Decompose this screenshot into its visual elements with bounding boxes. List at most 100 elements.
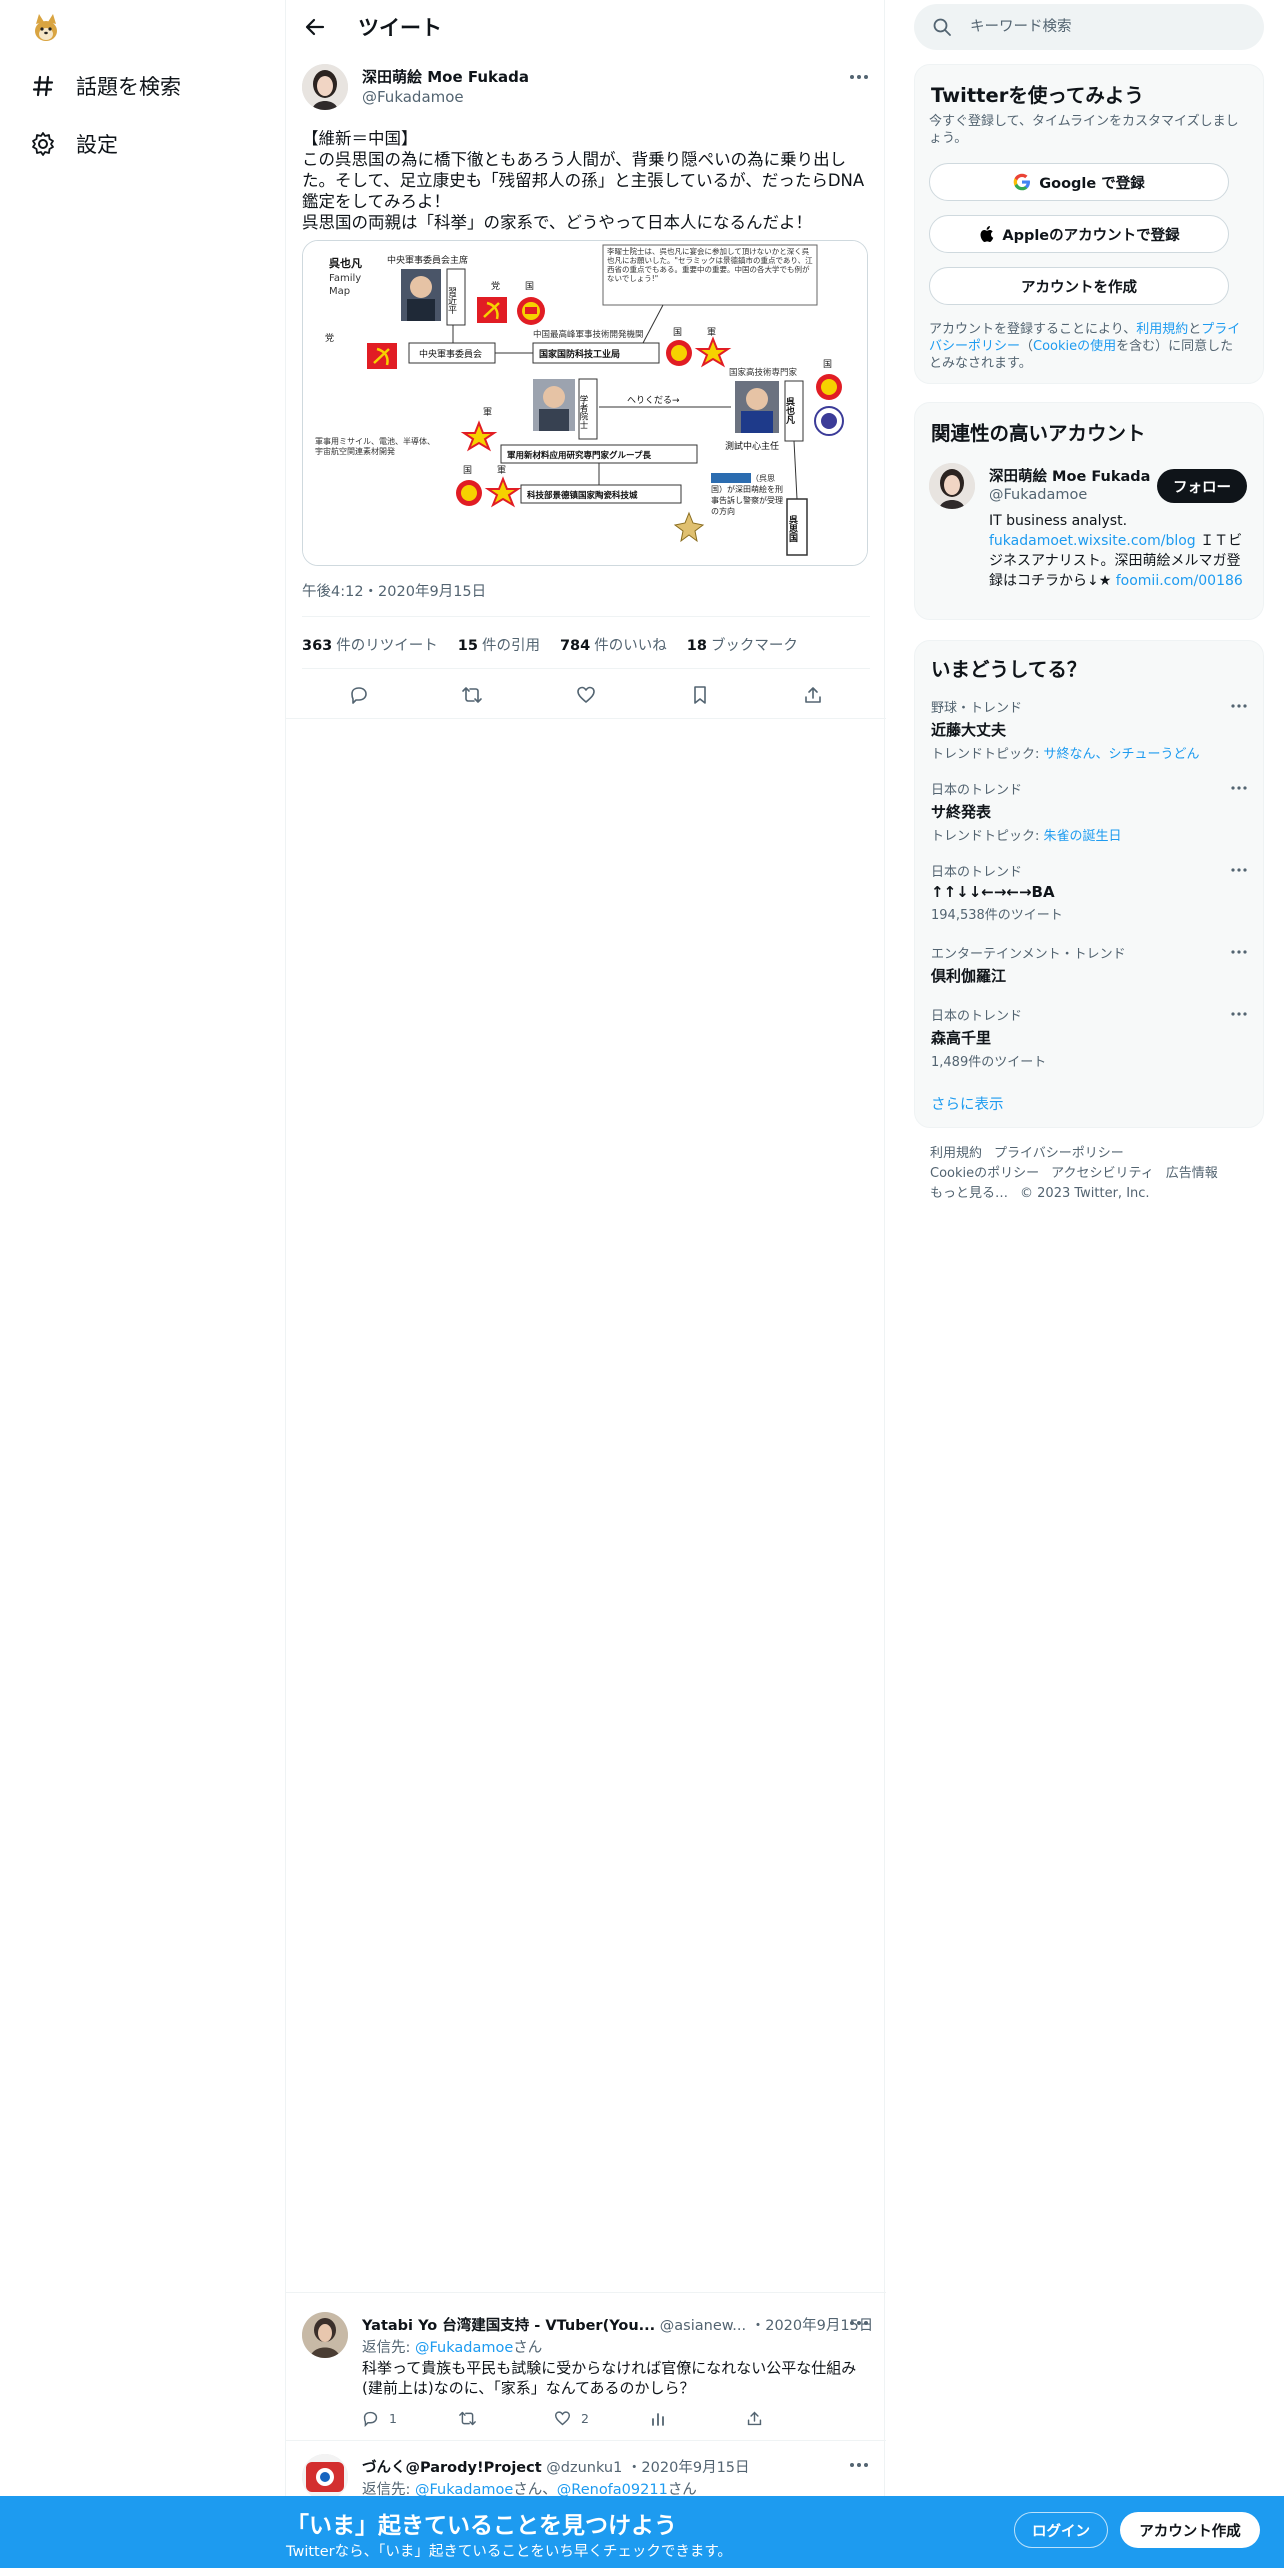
reply-more-button[interactable] <box>846 2312 872 2334</box>
reply-views-button[interactable] <box>650 2410 746 2427</box>
more-horizontal-icon <box>1231 786 1247 790</box>
reply-button[interactable] <box>344 680 374 710</box>
university-seal-icon <box>814 406 844 436</box>
google-signup-button[interactable]: Google で登録 <box>929 163 1229 201</box>
footer-terms-link[interactable]: 利用規約 <box>930 1146 982 1161</box>
reply-author-name[interactable]: づんく@Parody!Project <box>362 2460 542 2476</box>
tweet-more-button[interactable] <box>846 66 872 88</box>
related-account-name[interactable]: 深田萌絵 Moe Fukada <box>989 465 1150 486</box>
reply-retweet-button[interactable] <box>458 2410 554 2427</box>
reply-author-name[interactable]: Yatabi Yo 台湾建国支持 - VTuber(You... <box>362 2318 655 2334</box>
trend-more-button[interactable] <box>1227 943 1251 961</box>
state-emblem-icon-3 <box>816 374 842 400</box>
map-label-top-inst: 中国最高峰軍事技術開発機関 <box>533 329 644 340</box>
footer-accessibility-link[interactable]: アクセシビリティ <box>1051 1166 1154 1181</box>
bookmarks-stat[interactable]: 18 ブックマーク <box>687 634 798 655</box>
trend-item[interactable]: 日本のトレンド ↑↑↓↓←→←→BA 194,538件のツイート <box>931 861 1251 923</box>
map-label-state-3: 国 <box>823 359 832 370</box>
bio-link-blog[interactable]: fukadamoet.wixsite.com/blog <box>989 533 1196 549</box>
retweet-icon <box>459 2411 476 2426</box>
terms-link[interactable]: 利用規約 <box>1136 322 1188 337</box>
map-note-text: （呉思国）が深田萌絵を刑事告訴し警察が受理の方向 <box>711 474 783 516</box>
map-label-army-1: 軍 <box>707 327 716 338</box>
back-button[interactable] <box>298 10 332 44</box>
trends-show-more-link[interactable]: さらに表示 <box>931 1093 1004 1114</box>
login-button[interactable]: ログイン <box>1014 2512 1108 2548</box>
map-label-national-expert: 国家高技術専門家 <box>729 367 798 378</box>
map-label-defense-bureau: 国家国防科技工业局 <box>539 348 620 360</box>
site-logo-icon[interactable] <box>30 12 62 44</box>
footer-ads-link[interactable]: 広告情報 <box>1166 1166 1218 1181</box>
share-button[interactable] <box>798 680 828 710</box>
tweet-stats: 363 件のリツイート 15 件の引用 784 件のいいね 18 ブックマーク <box>302 634 818 655</box>
signup-card-subtitle: 今すぐ登録して、タイムラインをカスタマイズしましょう。 <box>929 114 1239 146</box>
hashtag-icon <box>28 71 58 101</box>
divider <box>286 718 886 719</box>
bio-link-foomii[interactable]: foomii.com/00186 <box>1116 573 1243 589</box>
like-button[interactable] <box>571 680 601 710</box>
reply-author-handle[interactable]: @asianew... <box>660 2318 746 2334</box>
tweet-author-avatar[interactable] <box>302 64 348 110</box>
likes-stat[interactable]: 784 件のいいね <box>560 634 667 655</box>
tweet-image-family-map[interactable]: 呉也凡 Family Map 中央軍事委員会主席 習近平 党 国 党 中央軍事委… <box>302 240 868 566</box>
reply-author-handle[interactable]: @dzunku1 <box>546 2460 622 2476</box>
trend-more-button[interactable] <box>1227 1005 1251 1023</box>
reply-to-link[interactable]: @Fukadamoe <box>415 2340 513 2356</box>
signup-bottom-bar: 「いま」起きていることを見つけよう Twitterなら、「いま」起きていることを… <box>0 2496 1284 2568</box>
map-label-xi: 習近平 <box>446 287 457 315</box>
trend-name: 森高千里 <box>931 1029 992 1047</box>
map-label-army-3: 軍 <box>497 465 506 476</box>
trend-more-button[interactable] <box>1227 779 1251 797</box>
tweet-author-handle[interactable]: @Fukadamoe <box>362 88 464 106</box>
analytics-icon <box>652 2412 664 2426</box>
trend-name: 倶利伽羅江 <box>931 967 1007 985</box>
create-account-label: アカウントを作成 <box>1021 279 1137 296</box>
trend-name: ↑↑↓↓←→←→BA <box>931 883 1055 901</box>
reply-reply-button[interactable]: 1 <box>362 2410 458 2427</box>
create-account-button[interactable]: アカウントを作成 <box>929 267 1229 305</box>
reply-date[interactable]: ・2020年9月15日 <box>627 2460 750 2476</box>
reply-like-button[interactable]: 2 <box>554 2410 650 2427</box>
trend-item[interactable]: 日本のトレンド サ終発表 トレンドトピック: 朱雀の誕生日 <box>931 779 1251 844</box>
reply-author-avatar[interactable] <box>302 2454 348 2500</box>
related-account-avatar[interactable] <box>929 463 975 509</box>
bookmark-button[interactable] <box>685 680 715 710</box>
map-label-party-1: 党 <box>491 280 500 292</box>
reply-header: Yatabi Yo 台湾建国支持 - VTuber(You... @asiane… <box>362 2314 873 2335</box>
quotes-stat[interactable]: 15 件の引用 <box>458 634 540 655</box>
trend-item[interactable]: 日本のトレンド 森高千里 1,489件のツイート <box>931 1005 1251 1070</box>
gear-icon <box>28 129 58 159</box>
trend-more-button[interactable] <box>1227 697 1251 715</box>
cookie-link[interactable]: Cookieの使用 <box>1033 339 1116 354</box>
map-label-jdz-univ: 科技部景德镇国家陶瓷科技城 <box>527 490 638 501</box>
signup-button[interactable]: アカウント作成 <box>1120 2512 1260 2548</box>
related-account-handle[interactable]: @Fukadamoe <box>989 487 1087 503</box>
trend-item[interactable]: エンターテインメント・トレンド 倶利伽羅江 <box>931 943 1251 986</box>
nav-settings[interactable]: 設定 <box>28 124 118 164</box>
trends-card: いまどうしてる？ 野球・トレンド 近藤大丈夫 トレンドトピック: サ終なん、シチ… <box>914 640 1264 1128</box>
map-label-state-2: 国 <box>673 327 682 338</box>
apple-icon <box>980 226 994 242</box>
nav-explore[interactable]: 話題を検索 <box>28 66 181 106</box>
retweets-stat[interactable]: 363 件のリツイート <box>302 634 438 655</box>
reply-more-button[interactable] <box>846 2454 872 2476</box>
tweet-author-name[interactable]: 深田萌絵 Moe Fukada <box>362 66 529 87</box>
footer-more-link[interactable]: もっと見る… <box>930 1186 1008 1201</box>
reply-author-avatar[interactable] <box>302 2312 348 2358</box>
tweet-timestamp[interactable]: 午後4:12・2020年9月15日 <box>302 580 486 601</box>
map-label-state-4: 国 <box>463 465 472 476</box>
trend-item[interactable]: 野球・トレンド 近藤大丈夫 トレンドトピック: サ終なん、シチューうどん <box>931 697 1251 762</box>
tweet-actions <box>302 680 870 710</box>
footer-privacy-link[interactable]: プライバシーポリシー <box>994 1146 1124 1161</box>
bookmark-icon <box>693 686 706 704</box>
heart-icon <box>577 686 595 703</box>
apple-signup-button[interactable]: Appleのアカウントで登録 <box>929 215 1229 253</box>
reply-likes-count: 2 <box>581 2411 589 2426</box>
follow-button[interactable]: フォロー <box>1157 469 1247 503</box>
trend-more-button[interactable] <box>1227 861 1251 879</box>
footer-cookie-link[interactable]: Cookieのポリシー <box>930 1166 1039 1181</box>
reply-share-button[interactable] <box>746 2410 842 2427</box>
search-input[interactable] <box>970 4 1240 50</box>
search-box[interactable] <box>914 4 1264 50</box>
retweet-button[interactable] <box>457 680 487 710</box>
